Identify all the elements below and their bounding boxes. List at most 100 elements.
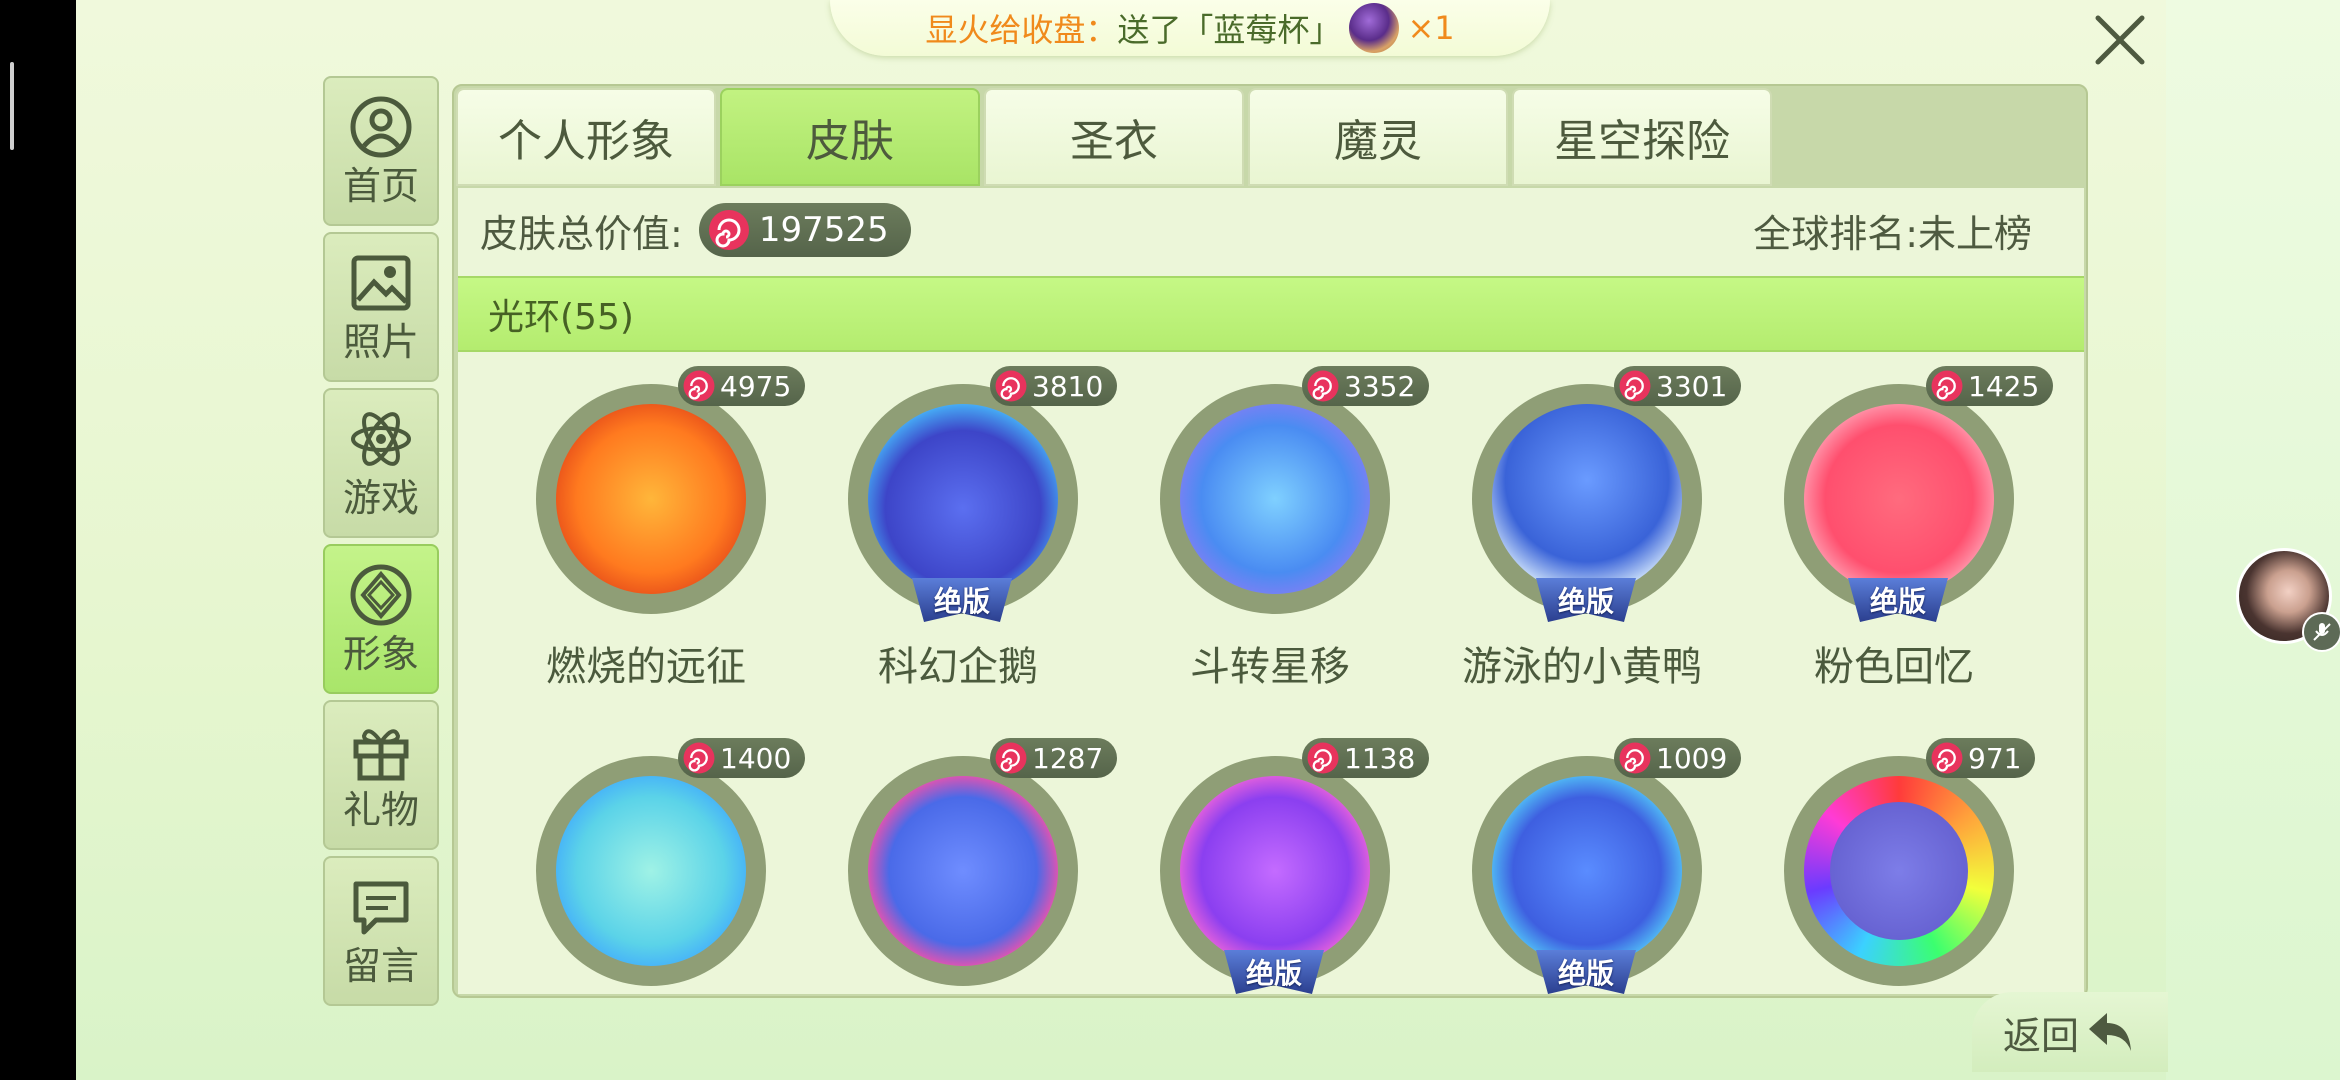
nav-item-gifts[interactable]: 礼物 (323, 700, 439, 850)
halo-image (1804, 776, 1994, 966)
halo-item[interactable]: 1138 绝版 (1114, 738, 1430, 994)
halo-item[interactable]: 1400 (490, 738, 806, 994)
tab-skins[interactable]: 皮肤 (720, 88, 980, 186)
halo-name: 斗转星移 (1190, 644, 1350, 690)
nav-label: 游戏 (342, 476, 419, 520)
nav-item-home[interactable]: 首页 (323, 76, 439, 226)
total-value-pill: 197525 (698, 203, 911, 257)
mic-muted-icon[interactable] (2302, 612, 2340, 652)
price-pill: 1009 (1614, 738, 1742, 778)
right-edge (2166, 0, 2340, 1080)
gesture-handle (10, 62, 14, 150)
limited-edition-badge: 绝版 (1224, 950, 1324, 994)
gem-icon (350, 564, 412, 626)
side-nav: 首页 照片 游戏 形象 礼物 留言 (323, 76, 439, 1012)
candy-icon (1931, 370, 1963, 402)
nav-label: 照片 (342, 320, 419, 364)
halo-item[interactable]: 1009 绝版 (1426, 738, 1742, 994)
candy-icon (683, 370, 715, 402)
price-value: 4975 (720, 369, 792, 403)
halo-image (1492, 776, 1682, 966)
candy-icon (995, 742, 1027, 774)
price-value: 1138 (1344, 741, 1416, 775)
price-value: 3352 (1344, 369, 1416, 403)
price-value: 1425 (1968, 369, 2040, 403)
nav-item-appearance[interactable]: 形象 (323, 544, 439, 694)
total-value-label: 皮肤总价值: (480, 211, 683, 256)
nav-label: 留言 (342, 944, 419, 988)
price-pill: 3301 (1614, 366, 1742, 406)
user-icon (350, 96, 412, 158)
close-button[interactable] (2060, 0, 2180, 80)
halo-name: 科幻企鹅 (878, 644, 1038, 690)
halo-image (556, 404, 746, 594)
price-value: 3301 (1656, 369, 1728, 403)
tab-personal-image[interactable]: 个人形象 (456, 88, 716, 186)
price-pill: 1138 (1302, 738, 1430, 778)
halo-image (1492, 404, 1682, 594)
price-pill: 971 (1926, 738, 2036, 778)
halo-name: 游泳的小黄鸭 (1462, 644, 1702, 690)
halo-item[interactable]: 1287 (802, 738, 1118, 994)
limited-edition-badge: 绝版 (912, 578, 1012, 622)
nav-label: 形象 (342, 632, 419, 676)
halo-image (868, 776, 1058, 966)
limited-edition-badge: 绝版 (1536, 950, 1636, 994)
halo-image (1180, 776, 1370, 966)
nav-item-messages[interactable]: 留言 (323, 856, 439, 1006)
halo-name: 燃烧的远征 (546, 644, 746, 690)
candy-icon (1619, 742, 1651, 774)
halo-image (1804, 404, 1994, 594)
limited-edition-badge: 绝版 (1536, 578, 1636, 622)
halo-item[interactable]: 3810 绝版科幻企鹅 (802, 366, 1118, 706)
halo-item[interactable]: 3301 绝版游泳的小黄鸭 (1426, 366, 1742, 706)
price-value: 3810 (1032, 369, 1104, 403)
price-value: 1400 (720, 741, 792, 775)
total-value: 197525 (758, 210, 889, 250)
banner-action: 送了「蓝莓杯」 (1117, 11, 1342, 49)
tab-bar: 个人形象 皮肤 圣衣 魔灵 星空探险 (456, 88, 1776, 186)
halo-item[interactable]: 3352 斗转星移 (1114, 366, 1430, 706)
candy-icon (1619, 370, 1651, 402)
price-pill: 3810 (990, 366, 1118, 406)
category-header[interactable]: 光环(55) (458, 276, 2084, 352)
back-label: 返回 (2002, 1013, 2079, 1058)
tab-spirits[interactable]: 魔灵 (1248, 88, 1508, 186)
blueberry-cup-icon (1349, 3, 1400, 53)
gift-notification-banner: 显火 给收盘 ： 送了「蓝莓杯」 ×1 (830, 0, 1550, 56)
nav-item-games[interactable]: 游戏 (323, 388, 439, 538)
close-icon (2095, 15, 2145, 65)
price-pill: 4975 (678, 366, 806, 406)
halo-item[interactable]: 1425 绝版粉色回忆 (1738, 366, 2054, 706)
banner-colon: ： (1085, 11, 1118, 49)
message-icon (353, 881, 409, 935)
back-button[interactable]: 返回 (1972, 992, 2168, 1072)
gift-icon (353, 729, 409, 781)
candy-icon (1307, 742, 1339, 774)
halo-image (1180, 404, 1370, 594)
appearance-panel: 个人形象 皮肤 圣衣 魔灵 星空探险 皮肤总价值: 197525 全球排名:未上… (452, 84, 2088, 998)
price-pill: 1400 (678, 738, 806, 778)
nav-label: 礼物 (342, 788, 419, 832)
candy-icon (1931, 742, 1963, 774)
price-value: 971 (1968, 741, 2022, 775)
global-rank: 全球排名:未上榜 (1753, 211, 2032, 256)
nav-item-photos[interactable]: 照片 (323, 232, 439, 382)
halo-name: 粉色回忆 (1814, 644, 1974, 690)
nav-label: 首页 (342, 164, 419, 208)
halo-item[interactable]: 971 (1738, 738, 2050, 994)
price-value: 1287 (1032, 741, 1104, 775)
candy-icon (1307, 370, 1339, 402)
limited-edition-badge: 绝版 (1848, 578, 1948, 622)
candy-icon (995, 370, 1027, 402)
halo-image (556, 776, 746, 966)
price-pill: 3352 (1302, 366, 1430, 406)
candy-icon (683, 742, 715, 774)
price-pill: 1287 (990, 738, 1118, 778)
skins-content: 皮肤总价值: 197525 全球排名:未上榜 光环(55) 4975 燃烧的远征 3… (458, 188, 2084, 994)
candy-icon (708, 210, 749, 250)
tab-star-exploration[interactable]: 星空探险 (1512, 88, 1772, 186)
image-icon (351, 255, 411, 311)
tab-holy-cloth[interactable]: 圣衣 (984, 88, 1244, 186)
halo-item[interactable]: 4975 燃烧的远征 (490, 366, 806, 706)
